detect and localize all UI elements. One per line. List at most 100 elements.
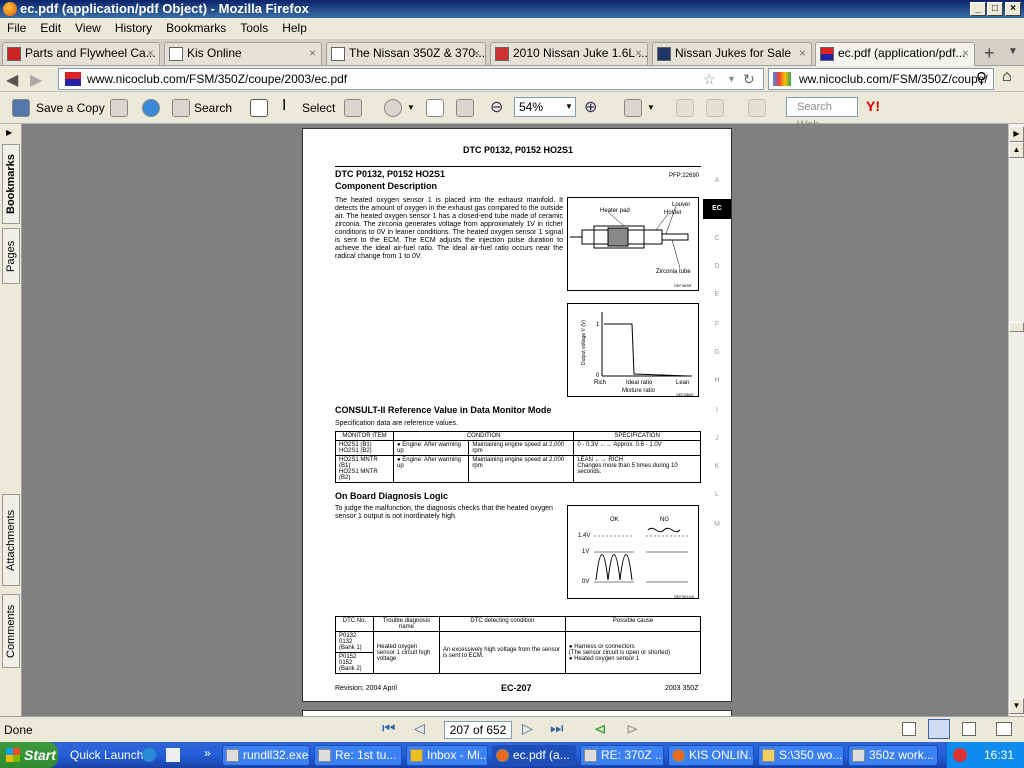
tray-icon[interactable] <box>953 748 967 762</box>
ie-icon[interactable] <box>142 748 156 762</box>
task-re-370z[interactable]: RE: 370Z ... <box>580 745 664 766</box>
select-cursor-icon[interactable]: I <box>282 97 286 115</box>
continuous-page-icon[interactable] <box>928 719 950 739</box>
print-icon[interactable] <box>110 99 128 117</box>
forward-icon[interactable]: ▶ <box>30 70 42 90</box>
copy-icon[interactable] <box>748 99 766 117</box>
single-page-icon[interactable] <box>902 722 916 736</box>
home-icon[interactable]: ⌂ <box>1002 68 1012 86</box>
minimize-button[interactable]: _ <box>970 2 986 16</box>
next-page-icon[interactable]: ▷ <box>522 720 533 737</box>
start-button[interactable]: Start <box>0 742 58 768</box>
binoculars-icon[interactable] <box>172 99 190 117</box>
search-go-icon[interactable]: ⚲ <box>976 69 987 87</box>
document-viewer[interactable]: DTC P0132, P0152 HO2S1 DTC P0132, P0152 … <box>22 124 1008 716</box>
tab-close-icon[interactable]: × <box>799 43 806 64</box>
vertical-scrollbar[interactable]: ▶ ▲ ▼ <box>1008 124 1024 716</box>
menu-edit[interactable]: Edit <box>33 18 68 38</box>
spellcheck-icon[interactable] <box>676 99 694 117</box>
comments-tab[interactable]: Comments <box>2 594 20 668</box>
page-number-input[interactable]: 207 of 652 <box>444 721 512 739</box>
task-ec-pdf[interactable]: ec.pdf (a... <box>492 745 576 766</box>
close-button[interactable]: × <box>1005 2 1021 16</box>
continuous-facing-icon[interactable] <box>996 722 1012 736</box>
menu-bookmarks[interactable]: Bookmarks <box>159 18 233 38</box>
email-icon[interactable] <box>142 99 160 117</box>
snapshot-icon[interactable] <box>344 99 362 117</box>
task-re-1st[interactable]: Re: 1st tu... <box>314 745 402 766</box>
yahoo-icon[interactable]: Y! <box>866 98 880 114</box>
page-layout-icon[interactable] <box>624 99 642 117</box>
tab-list-icon[interactable]: ▼ <box>1008 46 1018 57</box>
fit-width-icon[interactable] <box>456 99 474 117</box>
notepad-icon[interactable] <box>166 748 180 762</box>
layout-dropdown-icon[interactable]: ▼ <box>647 103 655 112</box>
zoom-in-tool-icon[interactable] <box>384 99 402 117</box>
undo-icon[interactable] <box>706 99 724 117</box>
zoom-out-icon[interactable]: ⊖ <box>490 97 503 117</box>
taskbar: Start Quick Launch » rundll32.exe -... R… <box>0 742 1024 768</box>
next-view-icon[interactable]: ⊳ <box>626 720 639 738</box>
previous-view-icon[interactable]: ⊲ <box>594 720 607 738</box>
zoom-select[interactable]: 54% ▼ <box>514 97 576 117</box>
actual-size-icon[interactable] <box>426 99 444 117</box>
scroll-panel-arrow-icon[interactable]: ▶ <box>1009 126 1024 142</box>
task-350-folder[interactable]: S:\350 wo... <box>758 745 844 766</box>
tab-close-icon[interactable]: × <box>962 43 969 64</box>
attachments-tab[interactable]: Attachments <box>2 494 20 586</box>
save-icon[interactable] <box>12 99 30 117</box>
tab-close-icon[interactable]: × <box>635 43 642 64</box>
menu-file[interactable]: File <box>0 18 33 38</box>
maximize-button[interactable]: □ <box>987 2 1003 16</box>
menu-history[interactable]: History <box>108 18 159 38</box>
search-bar[interactable]: ww.nicoclub.com/FSM/350Z/coupe/ <box>768 68 994 90</box>
save-copy-button[interactable]: Save a Copy <box>36 101 105 115</box>
tab-nissan-juke[interactable]: 2010 Nissan Juke 1.6L ... × <box>490 42 648 65</box>
tab-kis-online[interactable]: Kis Online × <box>164 42 322 65</box>
tab-ec-pdf[interactable]: ec.pdf (application/pdf... × <box>815 42 975 66</box>
menu-tools[interactable]: Tools <box>233 18 275 38</box>
new-tab-icon[interactable]: + <box>984 43 995 64</box>
task-350z-work[interactable]: 350z work... <box>848 745 938 766</box>
search-button[interactable]: Search <box>194 101 232 115</box>
panel-arrow-icon[interactable]: ▶ <box>6 128 12 137</box>
menu-view[interactable]: View <box>68 18 108 38</box>
zoom-tool-dropdown-icon[interactable]: ▼ <box>407 103 415 112</box>
tab-parts-flywheel[interactable]: Parts and Flywheel Ca... × <box>2 42 160 65</box>
pages-tab[interactable]: Pages <box>2 228 20 284</box>
task-inbox[interactable]: Inbox - Mi... <box>406 745 488 766</box>
task-kis-online[interactable]: KIS ONLIN... <box>668 745 754 766</box>
tab-close-icon[interactable]: × <box>147 43 154 64</box>
tab-jukes-sale[interactable]: Nissan Jukes for Sale × <box>652 42 812 65</box>
first-page-icon[interactable]: ⏮ <box>382 720 396 737</box>
site-icon <box>65 72 81 86</box>
task-label: 350z work... <box>869 748 934 762</box>
menu-help[interactable]: Help <box>275 18 314 38</box>
reload-icon[interactable]: ↻ <box>743 69 755 89</box>
tab-bar: Parts and Flywheel Ca... × Kis Online × Th… <box>0 40 1024 66</box>
email-icon <box>318 749 331 762</box>
prev-page-icon[interactable]: ◁ <box>414 720 425 737</box>
tab-close-icon[interactable]: × <box>473 43 480 64</box>
tab-close-icon[interactable]: × <box>309 43 316 64</box>
tab-nissan-350z[interactable]: The Nissan 350Z & 370... × <box>326 42 486 65</box>
select-button[interactable]: Select <box>302 101 335 115</box>
search-web-input[interactable]: Search Web <box>786 97 858 131</box>
last-page-icon[interactable]: ⏭ <box>550 720 564 737</box>
zoom-in-icon[interactable]: ⊕ <box>584 97 597 117</box>
side-letter: G <box>714 349 720 356</box>
search-engine-icon[interactable] <box>773 72 791 86</box>
facing-page-icon[interactable] <box>962 722 976 736</box>
url-bar[interactable]: www.nicoclub.com/FSM/350Z/coupe/2003/ec.… <box>58 68 764 90</box>
bookmarks-tab[interactable]: Bookmarks <box>2 144 20 224</box>
history-dropdown-icon[interactable]: ▼ <box>727 69 736 89</box>
side-letter: D <box>714 263 720 270</box>
scroll-thumb[interactable] <box>1009 322 1024 332</box>
hand-tool-icon[interactable] <box>250 99 268 117</box>
scroll-down-icon[interactable]: ▼ <box>1009 698 1024 714</box>
scroll-up-icon[interactable]: ▲ <box>1009 142 1024 158</box>
bookmark-star-icon[interactable]: ☆ <box>703 69 716 89</box>
back-icon[interactable]: ◀ <box>6 70 18 90</box>
quick-launch-more-icon[interactable]: » <box>204 746 211 760</box>
task-rundll32[interactable]: rundll32.exe -... <box>222 745 310 766</box>
